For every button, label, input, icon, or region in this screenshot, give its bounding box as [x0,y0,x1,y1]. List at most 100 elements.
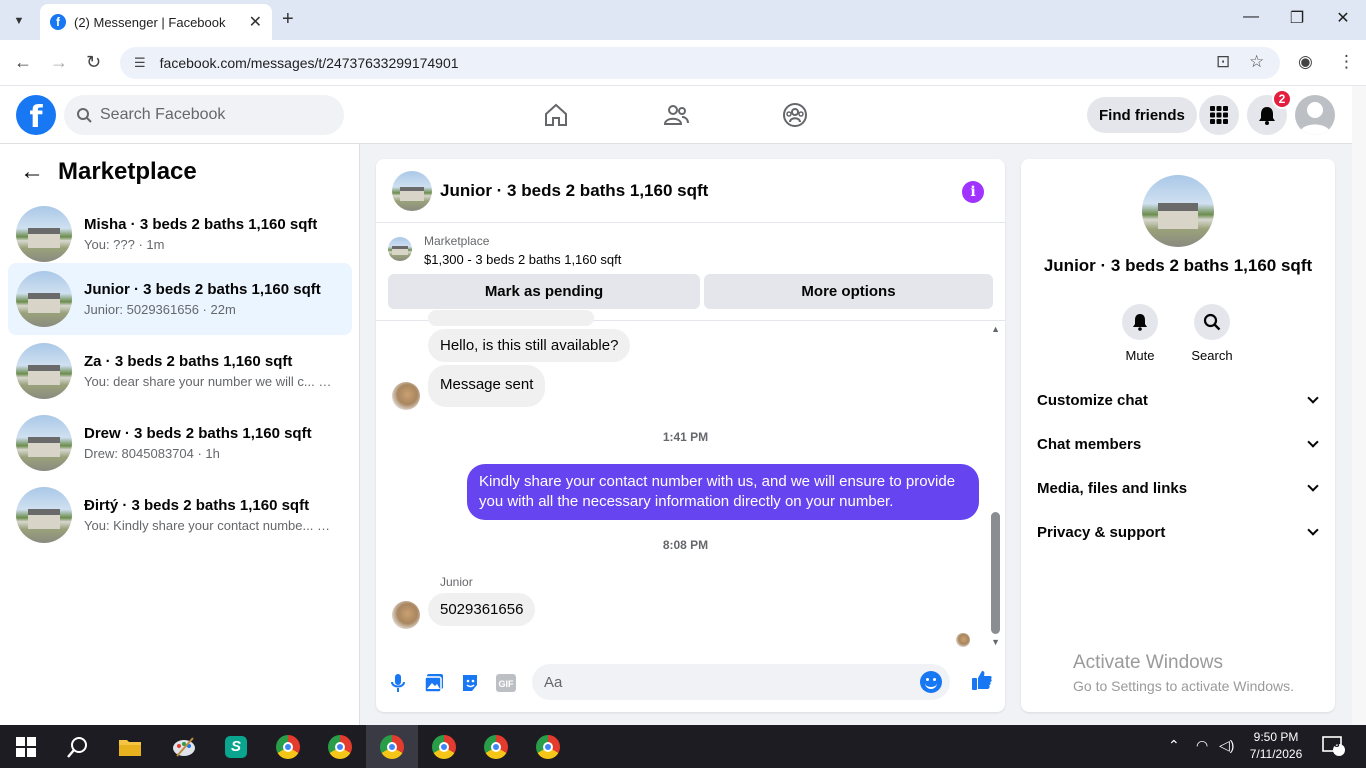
mute-label: Mute [1125,348,1155,363]
profile-icon[interactable]: ◉ [1298,52,1313,72]
timestamp: 8:08 PM [662,538,709,552]
account-avatar[interactable] [1295,95,1335,135]
chat-details-avatar[interactable] [1142,175,1214,247]
timestamp: 1:41 PM [662,430,709,444]
message-input[interactable]: Aa [532,664,950,700]
app-s-icon[interactable]: S [210,725,262,768]
bookmark-star-icon[interactable]: ☆ [1249,52,1264,72]
conversation-item[interactable]: Misha · 3 beds 2 baths 1,160 sqft You: ??… [8,198,352,270]
install-app-icon[interactable]: ⊡ [1216,52,1230,72]
section-label: Privacy & support [1037,523,1166,541]
search-in-chat-button[interactable]: Search [1182,304,1242,363]
chrome-profile-4-icon[interactable] [418,725,470,768]
menu-grid-icon[interactable] [1199,95,1239,135]
volume-icon[interactable]: ◁) [1219,737,1234,754]
action-center-count: 3 [1334,739,1340,750]
chrome-profile-5-icon[interactable] [470,725,522,768]
taskbar-clock[interactable]: 9:50 PM 7/11/2026 [1245,729,1307,763]
paint-app-icon[interactable] [158,725,210,768]
reload-icon[interactable]: ↻ [86,52,101,73]
minimize-icon[interactable]: — [1228,8,1274,26]
url-bar[interactable]: ☰ facebook.com/messages/t/24737633299174… [120,47,1280,79]
search-icon[interactable] [52,725,104,768]
listing-thumbnail [16,487,72,543]
conversation-name: Misha · 3 beds 2 baths 1,160 sqft [84,216,318,233]
url-text: facebook.com/messages/t/2473763329917490… [159,55,459,71]
message-bubble: 5029361656 [428,593,536,626]
chrome-profile-2-icon[interactable] [314,725,366,768]
conversation-item[interactable]: Za · 3 beds 2 baths 1,160 sqft You: dear … [8,335,352,407]
wifi-icon[interactable]: ◠ [1196,737,1208,754]
restore-icon[interactable]: ❐ [1274,8,1320,28]
forward-icon[interactable]: → [50,52,68,73]
conversation-item[interactable]: Drew · 3 beds 2 baths 1,160 sqft Drew: 80… [8,407,352,479]
svg-text:GIF: GIF [499,679,515,689]
app-s-glyph: S [225,735,247,758]
new-tab-icon[interactable]: + [282,8,294,31]
photo-icon[interactable] [422,671,446,695]
message-bubble-clipped [428,310,594,326]
customize-chat-section[interactable]: Customize chat [1037,378,1321,422]
emoji-icon[interactable] [920,671,942,693]
privacy-support-section[interactable]: Privacy & support [1037,510,1321,554]
back-arrow-icon[interactable]: ← [20,158,44,186]
site-settings-icon[interactable]: ☰ [134,55,146,71]
conversation-item-active[interactable]: Junior · 3 beds 2 baths 1,160 sqft Junior… [8,263,352,335]
home-icon[interactable] [543,102,569,133]
chat-scrollbar[interactable] [991,512,1000,634]
chat-members-section[interactable]: Chat members [1037,422,1321,466]
panel-title: Marketplace [58,158,197,185]
gif-icon[interactable]: GIF [494,671,518,695]
chrome-profile-1-icon[interactable] [262,725,314,768]
tray-chevron-up-icon[interactable]: ⌃ [1168,737,1180,754]
sender-avatar[interactable] [392,382,420,410]
bell-icon [1122,304,1158,340]
listing-thumbnail [16,343,72,399]
media-files-links-section[interactable]: Media, files and links [1037,466,1321,510]
search-icon [77,108,92,123]
thumbs-up-icon[interactable] [970,668,994,692]
tab-search-chevron-icon[interactable]: ▼ [8,10,30,32]
chrome-profile-6-icon[interactable] [522,725,574,768]
conversation-item[interactable]: Đirtý · 3 beds 2 baths 1,160 sqft You: Ki… [8,479,352,551]
tab-title: (2) Messenger | Facebook [74,14,226,30]
file-explorer-icon[interactable] [104,725,156,768]
more-options-button[interactable]: More options [704,274,993,309]
groups-icon[interactable] [782,102,808,133]
find-friends-button[interactable]: Find friends [1087,97,1197,133]
action-center-icon[interactable]: 3 [1322,735,1346,760]
scroll-down-icon[interactable]: ▼ [991,637,1000,647]
start-windows-icon[interactable] [0,725,52,768]
conversation-name: Za · 3 beds 2 baths 1,160 sqft [84,353,293,370]
info-icon[interactable]: i [962,181,984,203]
chat-title[interactable]: Junior · 3 beds 2 baths 1,160 sqft [440,181,708,201]
close-window-icon[interactable]: ✕ [1320,8,1366,28]
chat-avatar[interactable] [392,170,432,211]
notification-badge: 2 [1272,89,1292,109]
sender-avatar[interactable] [392,601,420,629]
facebook-logo-icon[interactable]: f [16,95,56,135]
marketplace-listing-bar: Marketplace $1,300 - 3 beds 2 baths 1,16… [376,223,1005,321]
close-tab-icon[interactable]: ✕ [249,12,262,32]
chrome-profile-3-icon[interactable] [366,725,418,768]
mute-button[interactable]: Mute [1110,304,1170,363]
section-label: Chat members [1037,435,1142,453]
back-icon[interactable]: ← [14,52,32,73]
menu-kebab-icon[interactable]: ⋮ [1338,52,1355,72]
chrome-icon [380,734,404,759]
mark-as-pending-button[interactable]: Mark as pending [388,274,700,309]
search-facebook-input[interactable]: Search Facebook [64,95,344,135]
browser-tab[interactable]: f (2) Messenger | Facebook ✕ [40,4,272,40]
listing-price[interactable]: $1,300 - 3 beds 2 baths 1,160 sqft [424,252,621,267]
chat-window: Junior · 3 beds 2 baths 1,160 sqft i Mar… [376,159,1005,712]
microphone-icon[interactable] [386,671,410,695]
page-scrollbar[interactable] [1352,86,1366,725]
listing-thumbnail[interactable] [388,237,412,261]
sticker-icon[interactable] [458,671,482,695]
listing-thumbnail [16,206,72,262]
friends-icon[interactable] [663,102,689,133]
message-list: Hello, is this still available? Message … [376,310,1005,652]
chat-header: Junior · 3 beds 2 baths 1,160 sqft i [376,159,1005,223]
chat-details-name: Junior · 3 beds 2 baths 1,160 sqft [1043,256,1313,275]
scroll-up-icon[interactable]: ▲ [991,324,1000,334]
